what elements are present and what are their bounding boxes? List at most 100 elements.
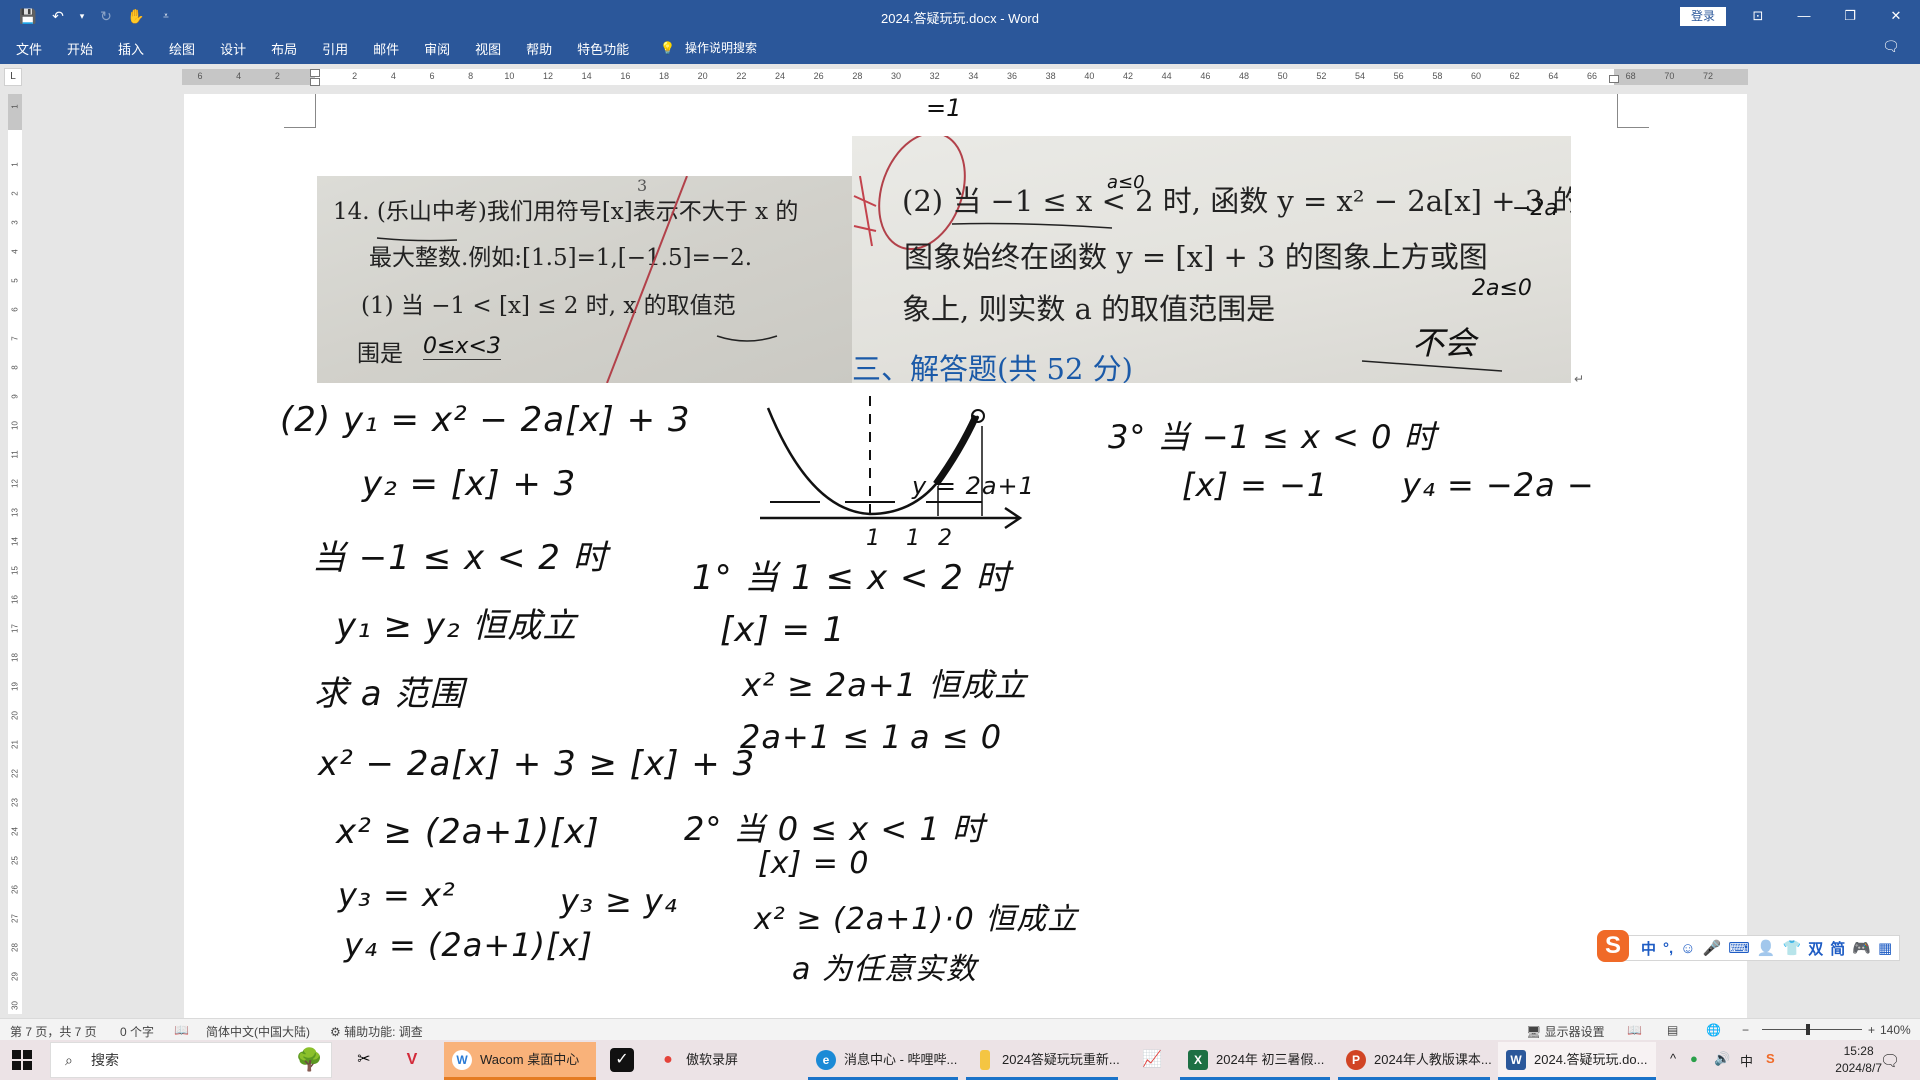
read-mode-icon[interactable]: 📖 — [1627, 1023, 1642, 1037]
ruler-tick-label: 6 — [10, 307, 20, 312]
ink-line: x² ≥ 2a+1 恒成立 — [742, 666, 1028, 704]
accessibility-status[interactable]: ⚙ 辅助功能: 调查 — [330, 1023, 423, 1040]
title-bar: 💾 ↶ ▾ ↻ ✋ ⩡ 2024.答疑玩玩.docx - Word 登录 ⊡ —… — [0, 0, 1920, 32]
ruler-tick-label: 14 — [581, 71, 592, 81]
ink-line: 求 a 范围 — [314, 674, 465, 714]
tab-insert[interactable]: 插入 — [118, 39, 144, 58]
ruler-tick-label: 30 — [10, 1001, 20, 1010]
taskbar-search[interactable]: ⌕ 搜索 🌳 — [50, 1042, 332, 1078]
tab-file[interactable]: 文件 — [16, 39, 42, 58]
ime-toolbar[interactable]: S 中 °, ☺ 🎤 ⌨ 👤 👕 双 简 🎮 ▦ — [1597, 930, 1900, 962]
word-count[interactable]: 0 个字 — [120, 1023, 154, 1040]
ime-voice-icon[interactable]: 🎤 — [1703, 939, 1722, 957]
wechat-tray-icon[interactable]: ● — [1690, 1051, 1698, 1066]
minimize-icon[interactable]: — — [1781, 4, 1827, 28]
zoom-slider[interactable] — [1762, 1029, 1862, 1030]
taskbar-item-edge[interactable]: e 消息中心 - 哔哩哔... — [808, 1042, 958, 1080]
ime-game-icon[interactable]: 🎮 — [1852, 939, 1871, 957]
ink-line: a ≤ 0 — [910, 718, 1003, 756]
proofing-icon[interactable]: 📖 — [174, 1023, 189, 1037]
ime-simplified[interactable]: 简 — [1830, 938, 1845, 959]
tray-chevron-icon[interactable]: ^ — [1670, 1051, 1676, 1066]
tab-layout[interactable]: 布局 — [271, 39, 297, 58]
left-indent-marker[interactable] — [310, 78, 320, 86]
document-page[interactable]: 3 14. (乐山中考)我们用符号[x]表示不大于 x 的 最大整数.例如:[1… — [184, 94, 1747, 1018]
graph-line-label: y = 2a+1 — [912, 472, 1035, 500]
first-line-indent-marker[interactable] — [310, 69, 320, 77]
taskbar-item-recorder[interactable]: ● 傲软录屏 — [650, 1042, 800, 1078]
app-dark-icon[interactable]: ✓ — [610, 1048, 634, 1072]
ruler-tick-label: 38 — [1045, 71, 1056, 81]
language[interactable]: 简体中文(中国大陆) — [206, 1023, 310, 1040]
tab-selector[interactable]: L — [4, 68, 22, 86]
tab-mailings[interactable]: 邮件 — [373, 39, 399, 58]
ruler-tick-label: 16 — [620, 71, 631, 81]
problem-photo-1[interactable]: 3 14. (乐山中考)我们用符号[x]表示不大于 x 的 最大整数.例如:[1… — [317, 176, 852, 383]
zoom-in-button[interactable]: + — [1868, 1023, 1875, 1037]
ink-line: x² ≥ (2a+1)[x] — [336, 812, 600, 852]
web-layout-icon[interactable]: 🌐 — [1706, 1023, 1721, 1037]
vertical-ruler[interactable]: 1 1 2 3 4 5 6 7 8 9 10 11 12 13 14 15 16 17 18 19 20 21 22 23 24… — [8, 94, 22, 1014]
ruler-tick-label: 21 — [10, 740, 20, 749]
ruler-tick-label: 18 — [10, 653, 20, 662]
ime-tray-indicator[interactable]: 中 — [1740, 1051, 1753, 1070]
ruler-tick-label: 30 — [890, 71, 902, 81]
zoom-out-button[interactable]: − — [1742, 1023, 1749, 1037]
ruler-tick-label: 26 — [813, 71, 824, 81]
restore-icon[interactable]: ❐ — [1827, 4, 1873, 28]
taskbar-item-folder[interactable]: 2024答疑玩玩重新... — [966, 1042, 1120, 1080]
tab-design[interactable]: 设计 — [220, 39, 246, 58]
sogou-logo-icon[interactable]: S — [1597, 930, 1629, 962]
ruler-tick-label: 20 — [697, 71, 708, 81]
snipping-tool-icon[interactable]: ✂ — [352, 1048, 376, 1072]
app-v-icon[interactable]: V — [400, 1048, 424, 1072]
login-button[interactable]: 登录 — [1680, 7, 1726, 26]
taskbar-item-word[interactable]: W 2024.答疑玩玩.do... — [1498, 1042, 1656, 1080]
volume-icon[interactable]: 🔊 — [1714, 1051, 1730, 1067]
tab-view[interactable]: 视图 — [475, 39, 501, 58]
windows-start-icon[interactable] — [12, 1050, 32, 1070]
ime-punctuation-icon[interactable]: °, — [1663, 940, 1673, 957]
ime-chinese-mode[interactable]: 中 — [1641, 938, 1656, 959]
ime-double-pinyin[interactable]: 双 — [1808, 938, 1823, 959]
tab-home[interactable]: 开始 — [67, 39, 93, 58]
zoom-level[interactable]: 140% — [1880, 1023, 1911, 1037]
ime-user-icon[interactable]: 👤 — [1757, 939, 1776, 957]
edge-icon: e — [816, 1050, 836, 1070]
zoom-slider-thumb[interactable] — [1806, 1024, 1810, 1035]
problem-photo-2[interactable]: (2) 当 −1 ≤ x < 2 时, 函数 y = x² − 2a[x] + … — [852, 136, 1571, 383]
ime-emoji-icon[interactable]: ☺ — [1680, 940, 1695, 957]
app-monitor-icon[interactable]: 📈 — [1140, 1048, 1164, 1072]
system-clock[interactable]: 15:28 2024/8/7 — [1835, 1043, 1882, 1077]
ime-keyboard-icon[interactable]: ⌨ — [1728, 939, 1750, 957]
taskbar-item-wacom[interactable]: W Wacom 桌面中心 — [444, 1042, 596, 1080]
tab-special-features[interactable]: 特色功能 — [577, 39, 629, 58]
comments-icon[interactable]: 🗨 — [1882, 38, 1902, 58]
ruler-tick-label: 64 — [1548, 71, 1559, 81]
ruler-tick-label: 4 — [10, 249, 20, 254]
taskbar-item-excel[interactable]: X 2024年 初三暑假... — [1180, 1042, 1330, 1080]
display-settings-label: 显示器设置 — [1544, 1025, 1605, 1039]
tell-me-search[interactable]: 💡 操作说明搜索 — [660, 39, 757, 56]
tab-help[interactable]: 帮助 — [526, 39, 552, 58]
display-settings[interactable]: 🖥 显示器设置 — [1526, 1023, 1605, 1040]
folder-icon — [980, 1050, 990, 1070]
print-layout-icon[interactable]: ▤ — [1667, 1023, 1678, 1037]
ribbon-display-options-icon[interactable]: ⊡ — [1735, 4, 1781, 28]
notification-center-icon[interactable]: 🗨 — [1880, 1051, 1900, 1071]
right-indent-marker[interactable] — [1609, 75, 1619, 83]
ruler-tick-label: 44 — [1161, 71, 1172, 81]
ime-menu-icon[interactable]: ▦ — [1878, 939, 1892, 957]
horizontal-ruler[interactable]: 6 4 2 2 4 6 8 10 12 14 16 18 20 22 24 26 28 30 32 34 36 38 40 4… — [182, 69, 1748, 86]
tab-references[interactable]: 引用 — [322, 39, 348, 58]
tab-review[interactable]: 审阅 — [424, 39, 450, 58]
ruler-tick-label: 62 — [1509, 71, 1520, 81]
tab-draw[interactable]: 绘图 — [169, 39, 195, 58]
close-icon[interactable]: ✕ — [1873, 4, 1919, 28]
sogou-tray-icon[interactable]: S — [1766, 1051, 1775, 1066]
page-count[interactable]: 第 7 页，共 7 页 — [10, 1023, 97, 1040]
ruler-tick-label: 10 — [10, 421, 20, 430]
taskbar-item-powerpoint[interactable]: P 2024年人教版课本... — [1338, 1042, 1492, 1080]
ruler-tick-label: 11 — [10, 450, 20, 459]
ime-skin-icon[interactable]: 👕 — [1783, 939, 1802, 957]
